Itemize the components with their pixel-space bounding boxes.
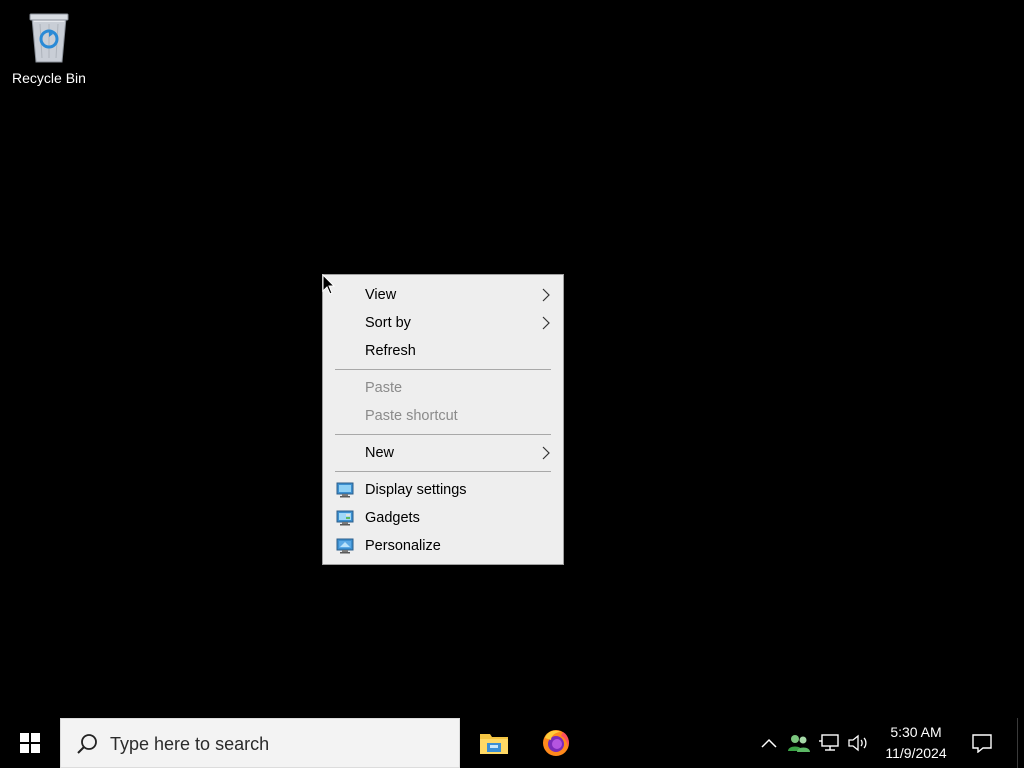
tray-network-button[interactable]	[815, 730, 843, 756]
menu-separator	[335, 434, 551, 435]
taskbar-app-file-explorer[interactable]	[462, 718, 526, 768]
chevron-right-icon	[542, 316, 550, 330]
menu-item-view[interactable]: View	[323, 281, 563, 309]
menu-item-label: Paste	[365, 380, 403, 396]
menu-item-gadgets[interactable]: Gadgets	[323, 504, 563, 532]
clock-time: 5:30 AM	[890, 724, 942, 740]
menu-item-label: New	[365, 445, 395, 461]
action-center-icon	[972, 734, 992, 753]
chevron-right-icon	[542, 288, 550, 302]
menu-item-personalize[interactable]: Personalize	[323, 532, 563, 560]
mouse-pointer-icon	[322, 274, 336, 295]
taskbar-clock[interactable]: 5:30 AM 11/9/2024	[876, 722, 956, 764]
firefox-icon	[543, 730, 569, 756]
taskbar: Type here to search 5:30 AM 11/9/2024	[0, 718, 1024, 768]
recycle-bin-icon	[29, 13, 69, 63]
menu-item-label: Refresh	[365, 343, 416, 359]
menu-item-label: Personalize	[365, 538, 441, 554]
menu-separator	[335, 369, 551, 370]
menu-item-label: Display settings	[365, 482, 467, 498]
windows-logo-icon	[20, 733, 40, 753]
menu-item-label: Gadgets	[365, 510, 420, 526]
taskbar-app-firefox[interactable]	[524, 718, 588, 768]
desktop-context-menu: View Sort by Refresh Paste Paste shortcu…	[322, 274, 564, 565]
tray-users-button[interactable]	[785, 730, 813, 756]
menu-item-paste[interactable]: Paste	[323, 374, 563, 402]
menu-item-paste-shortcut[interactable]: Paste shortcut	[323, 402, 563, 430]
menu-item-label: View	[365, 287, 397, 303]
desktop-icon-label: Recycle Bin	[12, 70, 86, 86]
start-button[interactable]	[0, 718, 60, 768]
volume-icon	[848, 734, 867, 752]
clock-date: 11/9/2024	[885, 745, 947, 761]
chevron-up-icon	[761, 738, 777, 748]
users-icon	[788, 735, 810, 752]
show-desktop-button[interactable]	[1017, 718, 1024, 768]
search-icon	[77, 734, 97, 754]
search-placeholder: Type here to search	[110, 734, 270, 754]
menu-item-refresh[interactable]: Refresh	[323, 337, 563, 365]
taskbar-search-box[interactable]: Type here to search	[60, 718, 460, 768]
desktop[interactable]: Recycle Bin View Sort by Refresh Paste P…	[0, 0, 1024, 718]
network-icon	[819, 734, 839, 751]
file-explorer-icon	[480, 734, 508, 754]
gadgets-icon	[336, 510, 354, 526]
menu-item-sort-by[interactable]: Sort by	[323, 309, 563, 337]
menu-item-new[interactable]: New	[323, 439, 563, 467]
tray-overflow-button[interactable]	[755, 730, 783, 756]
menu-item-display-settings[interactable]: Display settings	[323, 476, 563, 504]
desktop-icon-recycle-bin[interactable]: Recycle Bin	[6, 6, 92, 94]
chevron-right-icon	[542, 446, 550, 460]
menu-separator	[335, 471, 551, 472]
action-center-button[interactable]	[968, 730, 996, 756]
personalize-icon	[336, 538, 354, 554]
tray-volume-button[interactable]	[844, 730, 872, 756]
menu-item-label: Paste shortcut	[365, 408, 458, 424]
menu-item-label: Sort by	[365, 315, 411, 331]
display-settings-icon	[336, 482, 354, 498]
